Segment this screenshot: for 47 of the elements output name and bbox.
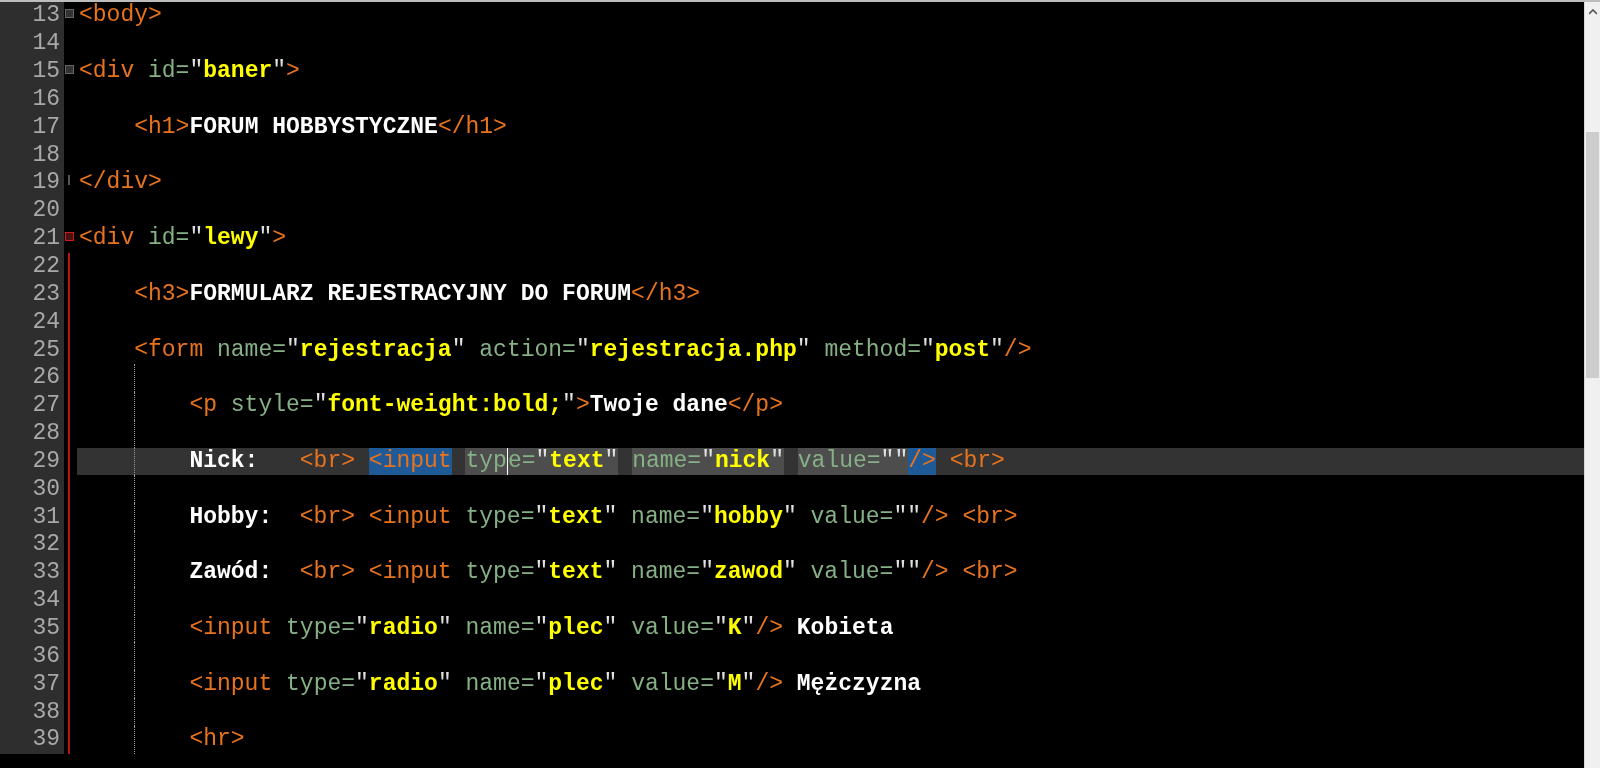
code-line: Zawód: <br> <input type="text" name="zawod" value=""/> <br>: [189, 558, 1018, 587]
line-number: 16: [32, 87, 60, 111]
code-line: <hr>: [189, 725, 245, 754]
line-number: 24: [32, 310, 60, 334]
line-number: 29: [32, 449, 60, 473]
line-number: 21: [32, 227, 60, 251]
code-line: <body>: [79, 2, 162, 30]
fold-box-icon[interactable]: [65, 9, 74, 18]
line-number: 35: [32, 617, 60, 640]
line-number: 18: [32, 143, 60, 167]
scrollbar-track[interactable]: [1584, 2, 1600, 768]
line-number: 14: [32, 32, 60, 56]
line-number: 33: [32, 561, 60, 585]
code-line: <div id="baner">: [79, 57, 300, 86]
line-number: 22: [32, 255, 60, 278]
fold-box-icon[interactable]: [65, 231, 74, 241]
line-number: 39: [32, 728, 60, 752]
code-line: <h1>FORUM HOBBYSTYCZNE</h1>: [134, 113, 507, 142]
scroll-up-icon[interactable]: [1588, 9, 1597, 15]
code-line: Nick: <br> <input type="text" name="nick" value=""/> <br>: [189, 447, 1005, 476]
code-line: <h3>FORMULARZ REJESTRACYJNY DO FORUM</h3>: [134, 280, 701, 309]
line-number: 30: [32, 477, 60, 501]
line-number: 32: [32, 533, 60, 557]
code-line: </div>: [79, 169, 162, 197]
line-number: 19: [32, 171, 60, 195]
line-number: 13: [32, 4, 60, 28]
line-number: 15: [32, 60, 60, 84]
line-number: 27: [32, 394, 60, 418]
fold-box-icon[interactable]: [65, 64, 74, 74]
line-number: 28: [32, 422, 60, 446]
line-number: 37: [32, 672, 60, 696]
scrollbar-thumb[interactable]: [1586, 132, 1599, 378]
line-number: 26: [32, 366, 60, 390]
code-line: <input type="radio" name="plec" value="M"/> Mężczyzna: [189, 670, 922, 699]
line-number: 23: [32, 282, 60, 306]
line-number: 38: [32, 700, 60, 724]
code-line: <form name="rejestracja" action="rejestracja.php" method="post"/>: [134, 336, 1032, 364]
line-number: 34: [32, 589, 60, 613]
line-number: 36: [32, 644, 60, 668]
line-number: 20: [32, 199, 60, 223]
line-number: 31: [32, 505, 60, 529]
code-line: <div id="lewy">: [79, 224, 287, 253]
code-line: <input type="radio" name="plec" value="K"/> Kobieta: [189, 614, 894, 643]
code-line: <p style="font-weight:bold;">Twoje dane</p>: [189, 391, 783, 420]
line-number: 17: [32, 115, 60, 139]
line-number: 25: [32, 338, 60, 362]
code-line: Hobby: <br> <input type="text" name="hobby" value=""/> <br>: [189, 503, 1018, 532]
